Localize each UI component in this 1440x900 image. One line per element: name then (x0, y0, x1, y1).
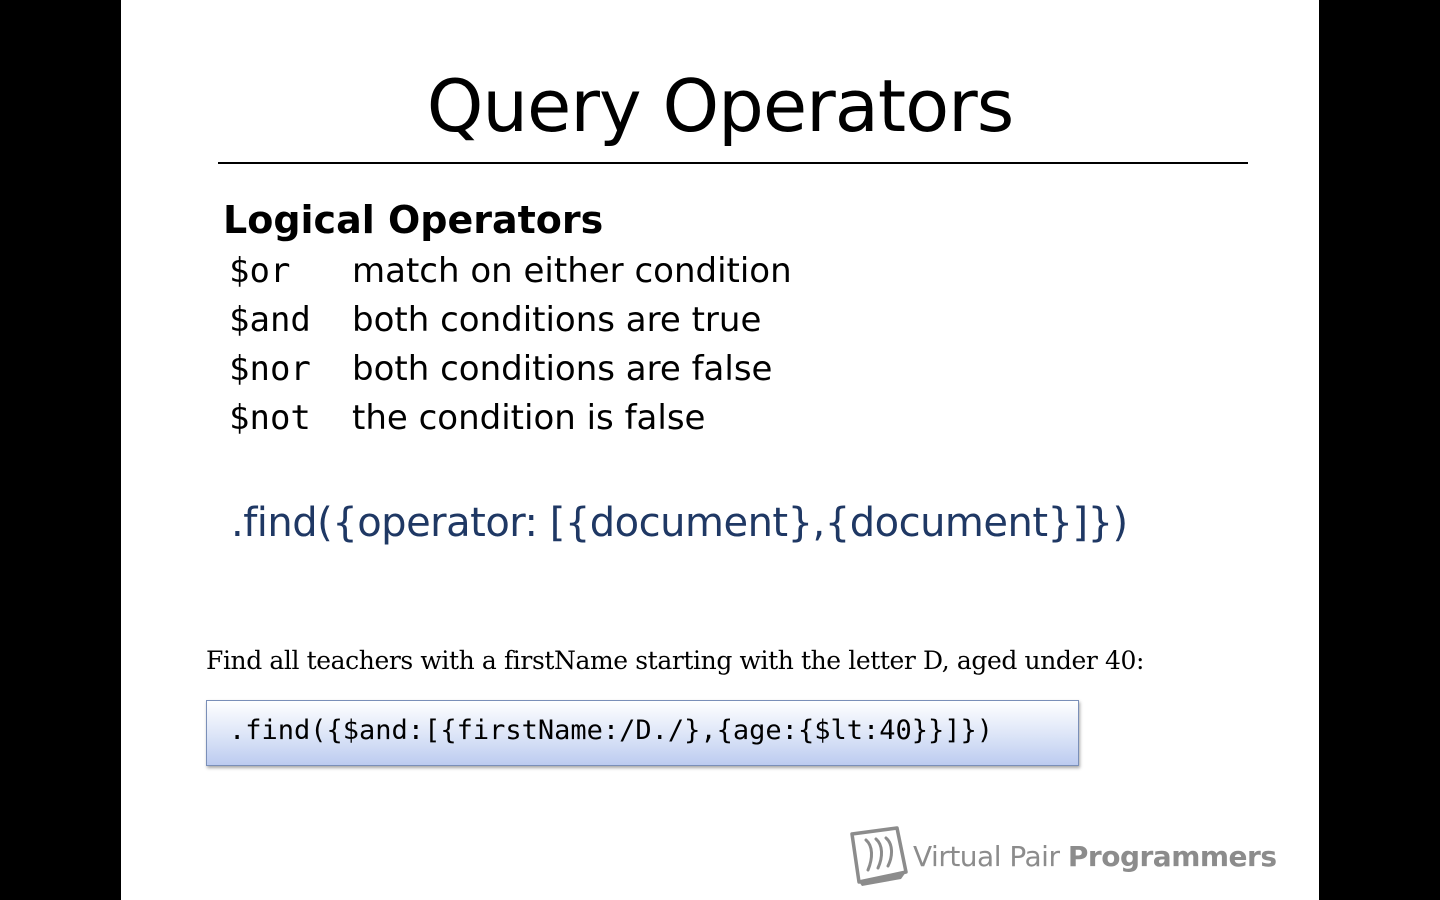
logo-text-bold: Programmers (1067, 839, 1277, 873)
example-code-box: .find({$and:[{firstName:/D./},{age:{$lt:… (206, 700, 1079, 766)
operator-row: $nor both conditions are false (229, 344, 792, 393)
operator-name: $nor (229, 348, 311, 389)
operator-row: $not the condition is false (229, 393, 792, 442)
operator-name: $and (229, 299, 311, 340)
logo-text: Virtual Pair Programmers (913, 840, 1277, 873)
operator-name: $or (229, 250, 291, 291)
book-icon (850, 826, 908, 886)
logo-text-light: Virtual Pair (913, 839, 1068, 873)
logo: Virtual Pair Programmers (849, 826, 1277, 886)
operator-name: $not (229, 397, 311, 438)
operator-description: both conditions are true (352, 299, 762, 340)
slide: Query Operators Logical Operators $or ma… (121, 0, 1319, 900)
operator-list: $or match on either condition $and both … (229, 246, 792, 442)
operator-row: $and both conditions are true (229, 295, 792, 344)
operator-description: match on either condition (352, 250, 792, 291)
example-code: .find({$and:[{firstName:/D./},{age:{$lt:… (229, 715, 994, 746)
operator-description: the condition is false (352, 397, 706, 438)
example-label: Find all teachers with a firstName start… (206, 646, 1145, 675)
slide-title: Query Operators (426, 64, 1015, 148)
operator-row: $or match on either condition (229, 246, 792, 295)
find-syntax: .find({operator: [{document},{document}]… (231, 500, 1128, 546)
section-heading: Logical Operators (223, 198, 604, 242)
operator-description: both conditions are false (352, 348, 773, 389)
title-divider (218, 162, 1248, 164)
